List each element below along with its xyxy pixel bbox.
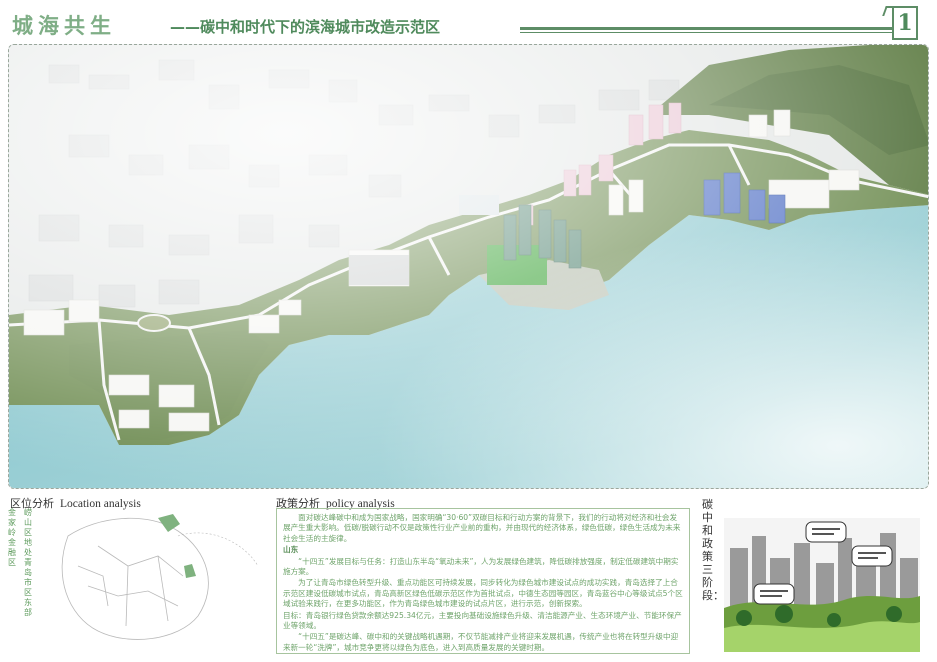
policy-paragraph-3: 为了让青岛市绿色转型升级、重点功能区可持续发展，同步转化为绿色城市建设试点的成功… — [283, 578, 683, 609]
page-subtitle: ——碳中和时代下的滨海城市改造示范区 — [170, 18, 441, 36]
page-title: 城海共生 — [12, 14, 116, 38]
policy-heading-shandong: 山东 — [283, 545, 299, 555]
stage-collage — [724, 518, 920, 652]
aerial-rendering — [8, 44, 929, 489]
policy-paragraph-2: “十四五”发展目标与任务：打造山东半岛“氧动未来”，人为发展绿色建筑，降低碳排放… — [283, 556, 679, 577]
stage-vertical-label: 碳中和政策三阶段： — [702, 498, 724, 602]
policy-paragraph-4: 目标：青岛银行绿色贷款余额达925.34亿元，主要投向基础设施绿色升级、清洁能源… — [283, 610, 682, 631]
page-header: 城海共生 ——碳中和时代下的滨海城市改造示范区 1 — [0, 0, 937, 44]
location-map — [8, 506, 268, 654]
stage-illustration — [724, 518, 920, 652]
policy-text-box: 面对碳达峰碳中和成为国家战略，国家明确“30·60”双碳目标和行动方案的背景下，… — [276, 508, 690, 654]
aerial-rendering-illustration — [9, 45, 928, 488]
location-map-illustration — [61, 514, 259, 640]
title-rule-thin — [520, 32, 892, 33]
policy-paragraph-5: “十四五”是碳达峰、碳中和的关键战略机遇期，不仅节能减排产业将迎来发展机遇，传统… — [283, 632, 679, 652]
page-number: 1 — [892, 6, 918, 40]
title-rule — [520, 27, 892, 30]
policy-paragraph-1: 面对碳达峰碳中和成为国家战略，国家明确“30·60”双碳目标和行动方案的背景下，… — [283, 513, 681, 543]
